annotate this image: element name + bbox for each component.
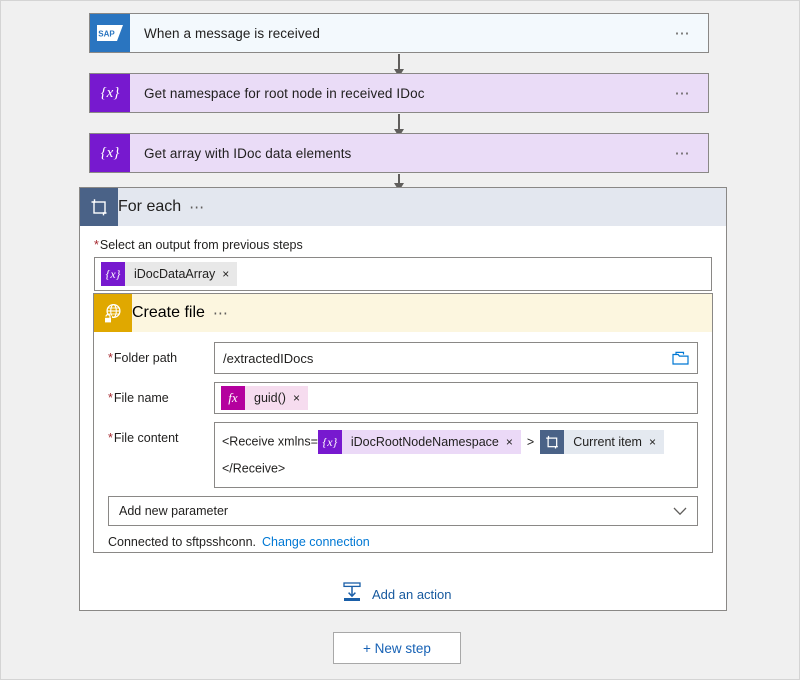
- foreach-title: For each: [118, 198, 181, 216]
- field-row-file-name: *File name fx guid() ×: [108, 382, 698, 414]
- token-label: Current item: [564, 429, 649, 455]
- add-new-parameter-label: Add new parameter: [119, 504, 228, 518]
- svg-text:SAP: SAP: [98, 30, 115, 39]
- token-remove-icon[interactable]: ×: [222, 267, 237, 281]
- change-connection-link[interactable]: Change connection: [262, 535, 370, 549]
- foreach-output-input[interactable]: {x} iDocDataArray ×: [94, 257, 712, 291]
- file-name-label-text: File name: [114, 391, 169, 405]
- token-idocrootnodenamespace[interactable]: {x} iDocRootNodeNamespace ×: [318, 430, 521, 454]
- token-remove-icon[interactable]: ×: [293, 391, 308, 405]
- file-content-label: *File content: [108, 422, 214, 445]
- foreach-header[interactable]: For each ⋯: [80, 188, 726, 226]
- variable-icon: {x}: [90, 74, 130, 112]
- create-file-header[interactable]: Create file ⋯: [94, 294, 712, 332]
- function-icon: fx: [221, 386, 245, 410]
- create-file-title: Create file: [132, 304, 205, 322]
- loop-icon: [540, 430, 564, 454]
- add-an-action-label: Add an action: [372, 587, 452, 602]
- folder-path-label-text: Folder path: [114, 351, 177, 365]
- variable-icon-glyph: {x}: [101, 145, 120, 162]
- foreach-output-label: *Select an output from previous steps: [94, 238, 712, 252]
- loop-icon: [80, 188, 118, 226]
- action-menu-button[interactable]: ⋯: [667, 146, 709, 161]
- create-file-action-card: Create file ⋯ *Folder path /extractedIDo…: [93, 293, 713, 553]
- action-title: Get array with IDoc data elements: [130, 146, 667, 161]
- connection-status: Connected to sftpsshconn. Change connecti…: [108, 535, 698, 549]
- variable-icon: {x}: [90, 134, 130, 172]
- chevron-down-icon: [673, 507, 687, 516]
- required-asterisk: *: [108, 431, 113, 445]
- folder-path-value: /extractedIDocs: [223, 351, 313, 366]
- trigger-menu-button[interactable]: ⋯: [667, 26, 709, 41]
- variable-icon-glyph: {x}: [101, 85, 120, 102]
- token-label: iDocRootNodeNamespace: [342, 429, 506, 455]
- trigger-title: When a message is received: [130, 26, 667, 41]
- token-remove-icon[interactable]: ×: [506, 429, 521, 455]
- sftp-globe-lock-icon: [94, 294, 132, 332]
- file-content-label-text: File content: [114, 431, 179, 445]
- logic-app-designer-canvas: SAP When a message is received ⋯ {x} Get…: [0, 0, 800, 680]
- create-file-menu-button[interactable]: ⋯: [205, 306, 247, 321]
- required-asterisk: *: [108, 391, 113, 405]
- required-asterisk: *: [94, 238, 99, 252]
- sap-logo-icon: SAP: [90, 14, 130, 52]
- folder-path-input[interactable]: /extractedIDocs: [214, 342, 698, 374]
- folder-path-label: *Folder path: [108, 342, 214, 365]
- field-row-file-content: *File content <Receive xmlns= {x} iDocRo…: [108, 422, 698, 488]
- required-asterisk: *: [108, 351, 113, 365]
- foreach-menu-button[interactable]: ⋯: [181, 200, 223, 215]
- token-current-item[interactable]: Current item ×: [540, 430, 664, 454]
- token-label: guid(): [245, 391, 293, 405]
- action-menu-button[interactable]: ⋯: [667, 86, 709, 101]
- variable-icon: {x}: [101, 262, 125, 286]
- add-new-parameter-dropdown[interactable]: Add new parameter: [108, 496, 698, 526]
- add-an-action-button[interactable]: Add an action: [341, 582, 452, 607]
- token-label: iDocDataArray: [125, 267, 222, 281]
- action-card-get-namespace[interactable]: {x} Get namespace for root node in recei…: [89, 73, 709, 113]
- file-name-label: *File name: [108, 382, 214, 405]
- token-guid-expression[interactable]: fx guid() ×: [221, 386, 308, 410]
- token-idocdataarray[interactable]: {x} iDocDataArray ×: [101, 262, 237, 286]
- folder-picker-icon[interactable]: [672, 351, 689, 365]
- foreach-output-label-text: Select an output from previous steps: [100, 238, 303, 252]
- action-card-get-array[interactable]: {x} Get array with IDoc data elements ⋯: [89, 133, 709, 173]
- new-step-label: + New step: [363, 641, 431, 656]
- variable-icon: {x}: [318, 430, 342, 454]
- connection-text: Connected to sftpsshconn.: [108, 535, 256, 549]
- file-content-text-middle: >: [521, 435, 540, 449]
- trigger-card-when-a-message-is-received[interactable]: SAP When a message is received ⋯: [89, 13, 709, 53]
- insert-action-icon: [341, 582, 363, 607]
- token-remove-icon[interactable]: ×: [649, 429, 664, 455]
- file-content-text-before: <Receive xmlns=: [222, 435, 318, 449]
- file-name-input[interactable]: fx guid() ×: [214, 382, 698, 414]
- field-row-folder-path: *Folder path /extractedIDocs: [108, 342, 698, 374]
- new-step-button[interactable]: + New step: [333, 632, 461, 664]
- action-title: Get namespace for root node in received …: [130, 86, 667, 101]
- file-content-text-after: </Receive>: [222, 461, 285, 475]
- file-content-input[interactable]: <Receive xmlns= {x} iDocRootNodeNamespac…: [214, 422, 698, 488]
